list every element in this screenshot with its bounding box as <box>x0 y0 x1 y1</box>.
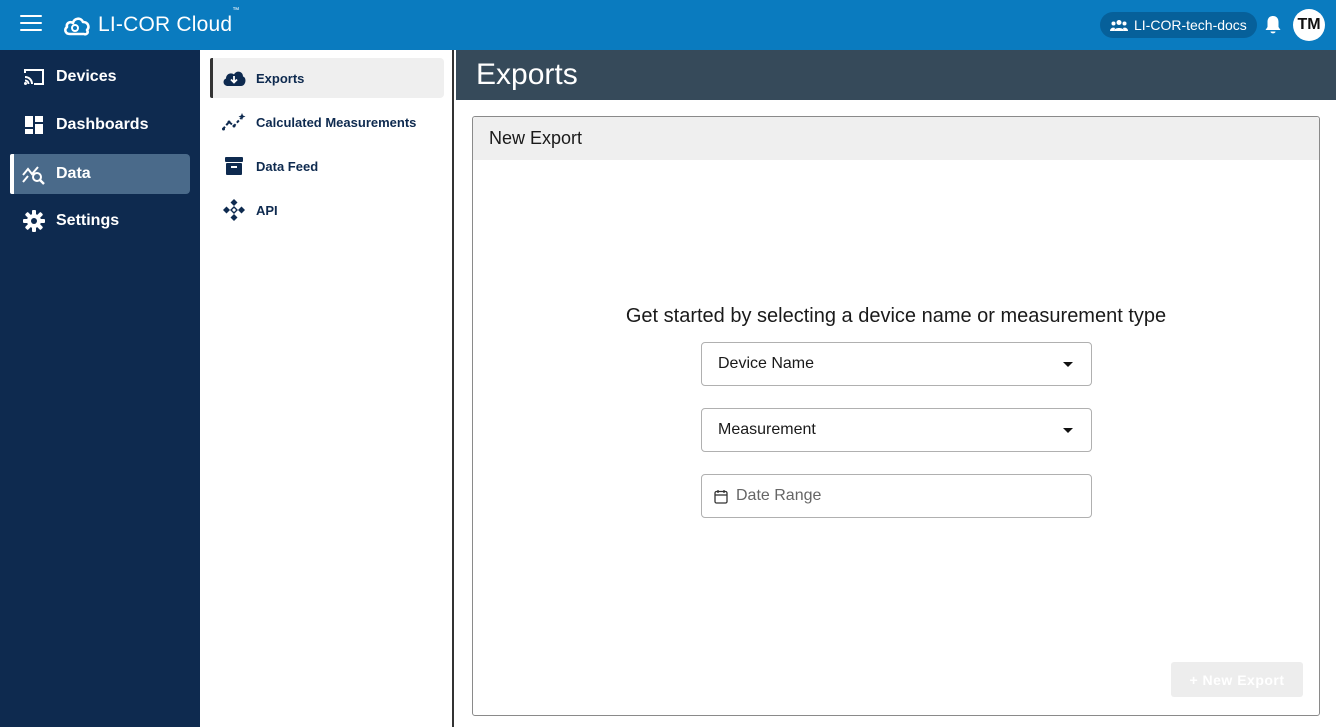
sidebar-item-devices[interactable]: Devices <box>10 57 190 97</box>
chevron-down-icon <box>1063 362 1073 367</box>
subnav-item-label: API <box>256 202 278 218</box>
new-export-card: New Export Get started by selecting a de… <box>472 116 1320 716</box>
cloud-logo-icon <box>64 17 90 36</box>
chevron-down-icon <box>1063 428 1073 433</box>
sidebar-item-label: Devices <box>56 68 117 85</box>
organization-selector[interactable]: LI-COR-tech-docs <box>1100 12 1257 38</box>
user-avatar[interactable]: TM <box>1293 9 1325 41</box>
app-logo[interactable]: LI-COR Cloud™ <box>62 7 240 38</box>
main-sidebar: Devices Dashboards Data Settings <box>0 50 200 727</box>
sidebar-item-label: Dashboards <box>56 116 149 133</box>
cloud-download-icon <box>222 66 246 90</box>
archive-icon <box>222 154 246 178</box>
calendar-icon <box>714 489 728 504</box>
api-icon <box>222 198 246 222</box>
empty-state-prompt: Get started by selecting a device name o… <box>625 305 1167 327</box>
sidebar-item-data[interactable]: Data <box>10 154 190 194</box>
dashboard-icon <box>22 113 46 137</box>
gear-icon <box>22 209 46 233</box>
page-title: Exports <box>456 50 1336 100</box>
menu-icon[interactable] <box>20 15 42 35</box>
subnav-item-exports[interactable]: Exports <box>210 58 444 98</box>
date-range-field[interactable] <box>701 474 1092 518</box>
notifications-bell-icon[interactable] <box>1264 15 1282 35</box>
subnav-item-label: Data Feed <box>256 158 319 174</box>
card-title: New Export <box>473 117 1319 160</box>
organization-name: LI-COR-tech-docs <box>1134 17 1247 33</box>
measurement-select-value: Measurement <box>718 421 816 438</box>
subnav-item-label: Calculated Measurements <box>256 114 417 130</box>
subnav-item-data-feed[interactable]: Data Feed <box>210 146 444 186</box>
subnav-item-api[interactable]: API <box>210 190 444 230</box>
sidebar-item-label: Settings <box>56 212 120 229</box>
device-name-select[interactable]: Device Name <box>701 342 1092 386</box>
measurement-select[interactable]: Measurement <box>701 408 1092 452</box>
device-name-select-value: Device Name <box>718 355 815 372</box>
top-bar: LI-COR Cloud™ LI-COR-tech-docs TM <box>0 0 1336 50</box>
date-range-input[interactable] <box>736 487 1066 505</box>
group-icon <box>1110 20 1128 31</box>
subnav-item-label: Exports <box>256 70 305 86</box>
cast-icon <box>22 65 46 89</box>
data-search-icon <box>22 162 46 186</box>
data-subnav: Exports Calculated Measurements Data Fee… <box>200 50 454 727</box>
sidebar-item-settings[interactable]: Settings <box>10 201 190 241</box>
sidebar-item-label: Data <box>56 165 91 182</box>
sparkle-chart-icon <box>222 110 246 134</box>
new-export-button[interactable]: + New Export <box>1171 662 1303 697</box>
sidebar-item-dashboards[interactable]: Dashboards <box>10 105 190 145</box>
subnav-item-calculated-measurements[interactable]: Calculated Measurements <box>210 102 444 142</box>
logo-text: LI-COR Cloud™ <box>98 7 240 36</box>
